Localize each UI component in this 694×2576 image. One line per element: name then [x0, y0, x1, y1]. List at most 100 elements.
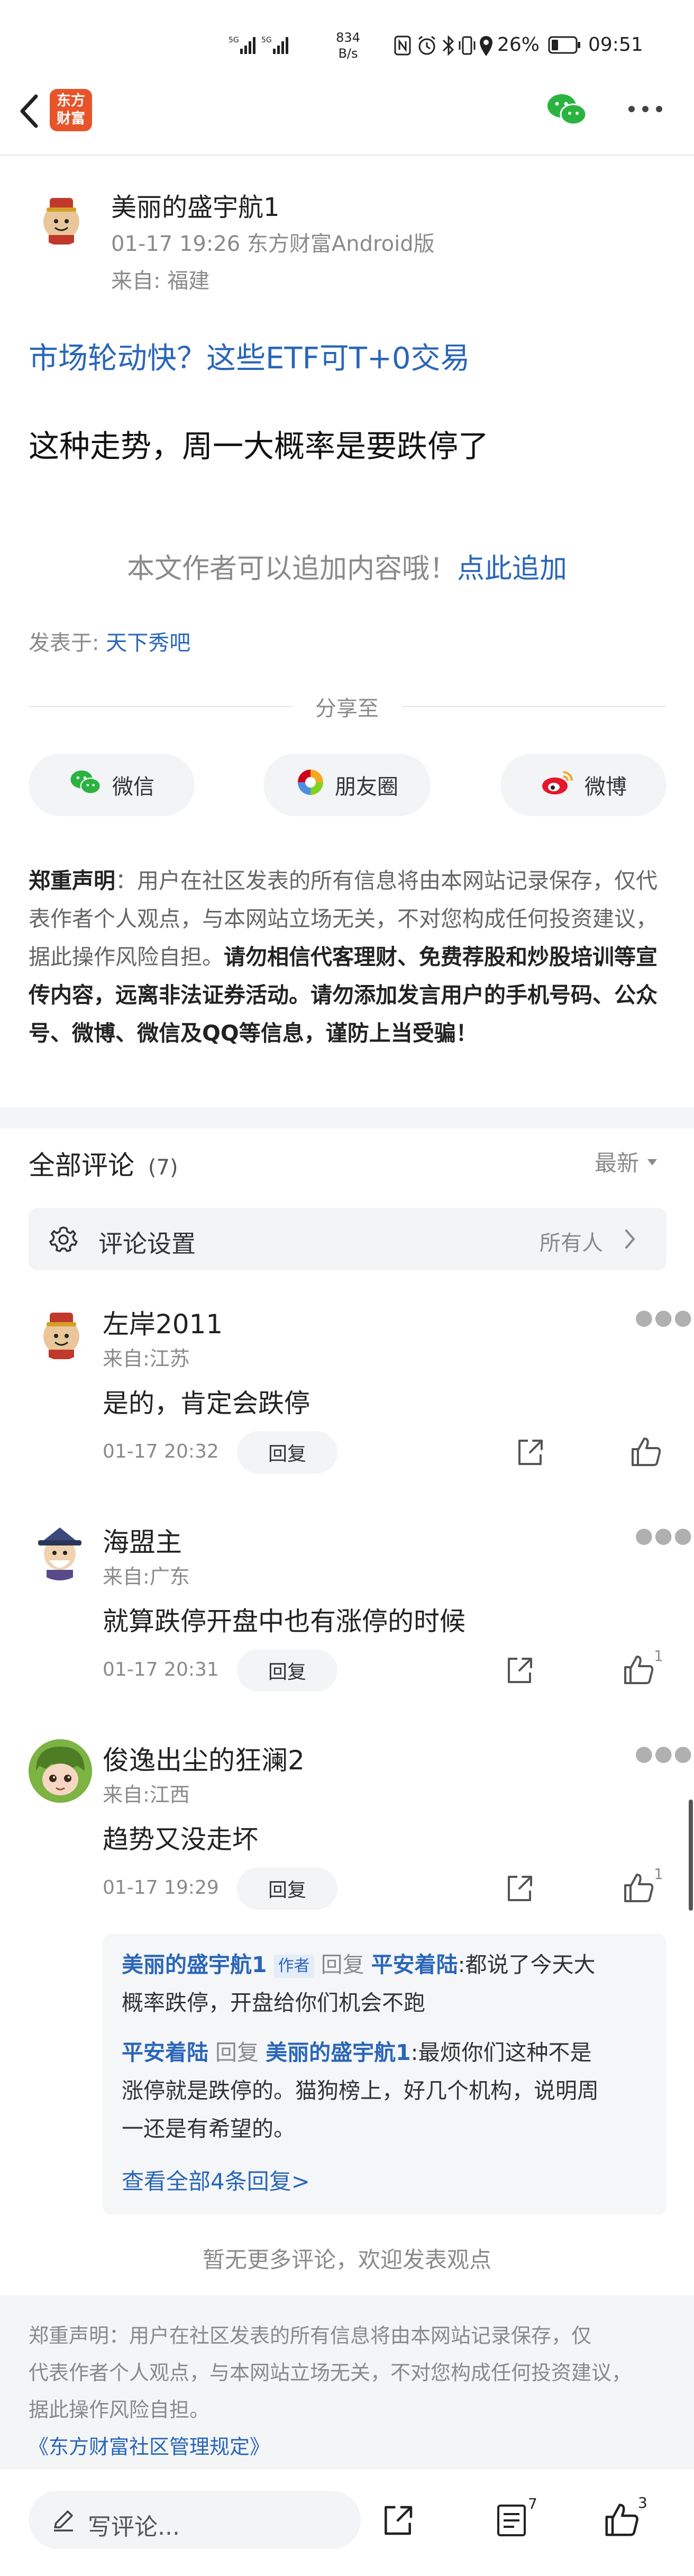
- append-link[interactable]: 点此追加: [457, 553, 567, 585]
- comment-time: 01-17 20:31: [103, 1659, 219, 1680]
- sub-reply-text-cont: 概率跌停，开盘给你们机会不跑: [122, 1990, 425, 2015]
- view-all-replies-link[interactable]: 查看全部4条回复>: [122, 2164, 310, 2196]
- commenter-avatar[interactable]: [29, 1739, 92, 1803]
- reply-label: 回复: [268, 1443, 306, 1465]
- comment-input[interactable]: 写评论...: [29, 2491, 361, 2549]
- logo-line1: 东方: [57, 93, 85, 109]
- comment-settings-label: 评论设置: [98, 1230, 196, 1258]
- thumbs-up-icon: [605, 2503, 638, 2536]
- reply-button[interactable]: 回复: [237, 1867, 337, 1910]
- post-body: 这种走势，周一大概率是要跌停了: [29, 428, 489, 464]
- comments-count-button[interactable]: 7: [494, 2495, 537, 2541]
- vibrate-icon: [458, 35, 476, 58]
- share-weibo-label: 微博: [585, 775, 627, 799]
- commenter-location: 来自:广东: [103, 1565, 190, 1588]
- sub-reply-target[interactable]: 美丽的盛宇航1: [266, 2040, 411, 2065]
- svg-text:5G: 5G: [229, 36, 239, 44]
- share-divider-left: [29, 706, 293, 707]
- reply-word: 回复: [215, 2040, 259, 2065]
- sub-reply-text-cont: 一还是有希望的。: [122, 2116, 295, 2141]
- sub-reply[interactable]: 美丽的盛宇航1 作者 回复 平安着陆:都说了今天大 概率跌停，开盘给你们机会不跑: [122, 1946, 651, 2022]
- comment-time: 01-17 20:32: [103, 1441, 219, 1462]
- wechat-icon: [69, 768, 103, 802]
- battery-percent: 26%: [497, 34, 540, 56]
- share-wechat-label: 微信: [112, 775, 154, 799]
- location-icon: [478, 34, 494, 59]
- god-of-wealth-avatar-icon: [43, 198, 79, 245]
- sub-reply-target[interactable]: 平安着陆: [371, 1952, 458, 1977]
- net-speed-unit: B/s: [338, 46, 358, 61]
- like-article-button[interactable]: 3: [603, 2494, 647, 2541]
- like-count-badge: 3: [638, 2494, 647, 2511]
- god-of-wealth-avatar-icon: [43, 1313, 79, 1359]
- sub-reply-text: :最烦你们这种不是: [410, 2040, 592, 2065]
- share-moments-button[interactable]: 朋友圈: [263, 754, 431, 816]
- scrollbar[interactable]: [689, 1800, 693, 1911]
- pencil-icon: [54, 2510, 73, 2532]
- share-article-button[interactable]: [380, 2502, 416, 2541]
- caret-down-icon: [647, 1159, 658, 1165]
- nfc-icon: [394, 35, 412, 58]
- share-wechat-button[interactable]: 微信: [29, 754, 195, 816]
- comment-settings-bar[interactable]: 评论设置 所有人: [29, 1208, 666, 1270]
- comment-share-button[interactable]: [514, 1436, 546, 1470]
- comment-list-icon: [497, 2505, 526, 2536]
- share-out-icon: [508, 1876, 532, 1901]
- sort-dropdown[interactable]: 最新: [595, 1145, 660, 1178]
- comment-like-button[interactable]: 1: [622, 1647, 663, 1688]
- sub-reply-author[interactable]: 平安着陆: [122, 2040, 208, 2065]
- commenter-name[interactable]: 海盟主: [103, 1521, 182, 1559]
- footer-disclaimer-text: 郑重声明：用户在社区发表的所有信息将由本网站记录保存，仅 代表作者个人观点，与本…: [29, 2317, 674, 2465]
- footer-line1: 郑重声明：用户在社区发表的所有信息将由本网站记录保存，仅: [29, 2324, 592, 2347]
- bottom-bar: 写评论... 7 3: [0, 2470, 694, 2576]
- share-title: 分享至: [315, 697, 379, 721]
- reply-word: 回复: [321, 1952, 364, 1977]
- comment-share-button[interactable]: [504, 1873, 535, 1906]
- back-button[interactable]: [15, 90, 47, 132]
- commenter-avatar[interactable]: [35, 1307, 88, 1360]
- sub-reply-author[interactable]: 美丽的盛宇航1: [122, 1952, 267, 1977]
- posted-in-bar-link[interactable]: 天下秀吧: [106, 631, 190, 655]
- comment-count-badge: 7: [528, 2495, 537, 2512]
- comment-input-placeholder: 写评论...: [88, 2514, 180, 2541]
- like-count: 1: [654, 1865, 663, 1883]
- comment-share-button[interactable]: [504, 1655, 535, 1688]
- posted-in: 发表于: 天下秀吧: [29, 626, 190, 656]
- share-weibo-button[interactable]: 微博: [500, 754, 666, 816]
- post-meta: 01-17 19:26 东方财富Android版: [111, 232, 435, 256]
- commenter-location: 来自:江苏: [103, 1347, 190, 1370]
- commenter-name[interactable]: 左岸2011: [103, 1303, 223, 1341]
- comment-like-button[interactable]: 1: [622, 1865, 663, 1906]
- disclaimer-text: 郑重声明：用户在社区发表的所有信息将由本网站记录保存，仅代表作者个人观点，与本网…: [29, 862, 666, 1052]
- author-avatar[interactable]: [35, 193, 88, 246]
- comment-more-button[interactable]: ●●●: [635, 1523, 693, 1548]
- comment-more-button[interactable]: ●●●: [635, 1305, 693, 1330]
- comment-text: 是的，肯定会跌停: [103, 1388, 311, 1418]
- reply-button[interactable]: 回复: [237, 1649, 337, 1692]
- author-name[interactable]: 美丽的盛宇航1: [111, 186, 280, 223]
- battery-icon: [548, 36, 581, 56]
- etf-ad-link[interactable]: 市场轮动快？这些ETF可T+0交易: [29, 335, 470, 377]
- sub-reply[interactable]: 平安着陆 回复 美丽的盛宇航1:最烦你们这种不是 涨停就是跌停的。猫狗榜上，好几…: [122, 2033, 656, 2148]
- comment-more-button[interactable]: ●●●: [635, 1741, 693, 1766]
- comment-like-button[interactable]: [629, 1435, 662, 1470]
- bluetooth-icon: [441, 34, 456, 59]
- more-menu-button[interactable]: [624, 98, 666, 122]
- commenter-avatar[interactable]: [31, 1522, 89, 1580]
- header-divider: [0, 155, 694, 156]
- commenter-name[interactable]: 俊逸出尘的狂澜2: [103, 1739, 305, 1777]
- signal-icon: 5G 5G: [229, 34, 292, 57]
- author-tag: 作者: [273, 1955, 314, 1978]
- disclaimer-label: 郑重声明: [29, 868, 115, 893]
- footer-line2: 代表作者个人观点，与本网站立场无关，不对您构成任何投资建议，: [29, 2361, 632, 2384]
- svg-text:5G: 5G: [261, 36, 272, 44]
- cartoon-child-avatar-icon: [29, 1739, 92, 1803]
- net-speed: 834 B/s: [332, 30, 364, 61]
- back-arrow-icon: [20, 94, 38, 128]
- comment-settings-value: 所有人: [540, 1231, 603, 1255]
- thumbs-up-icon: [632, 1438, 661, 1466]
- community-rules-link[interactable]: 《东方财富社区管理规定》: [29, 2428, 674, 2465]
- reply-button[interactable]: 回复: [237, 1431, 337, 1474]
- share-divider-right: [402, 706, 666, 707]
- wechat-share-button[interactable]: [546, 91, 588, 130]
